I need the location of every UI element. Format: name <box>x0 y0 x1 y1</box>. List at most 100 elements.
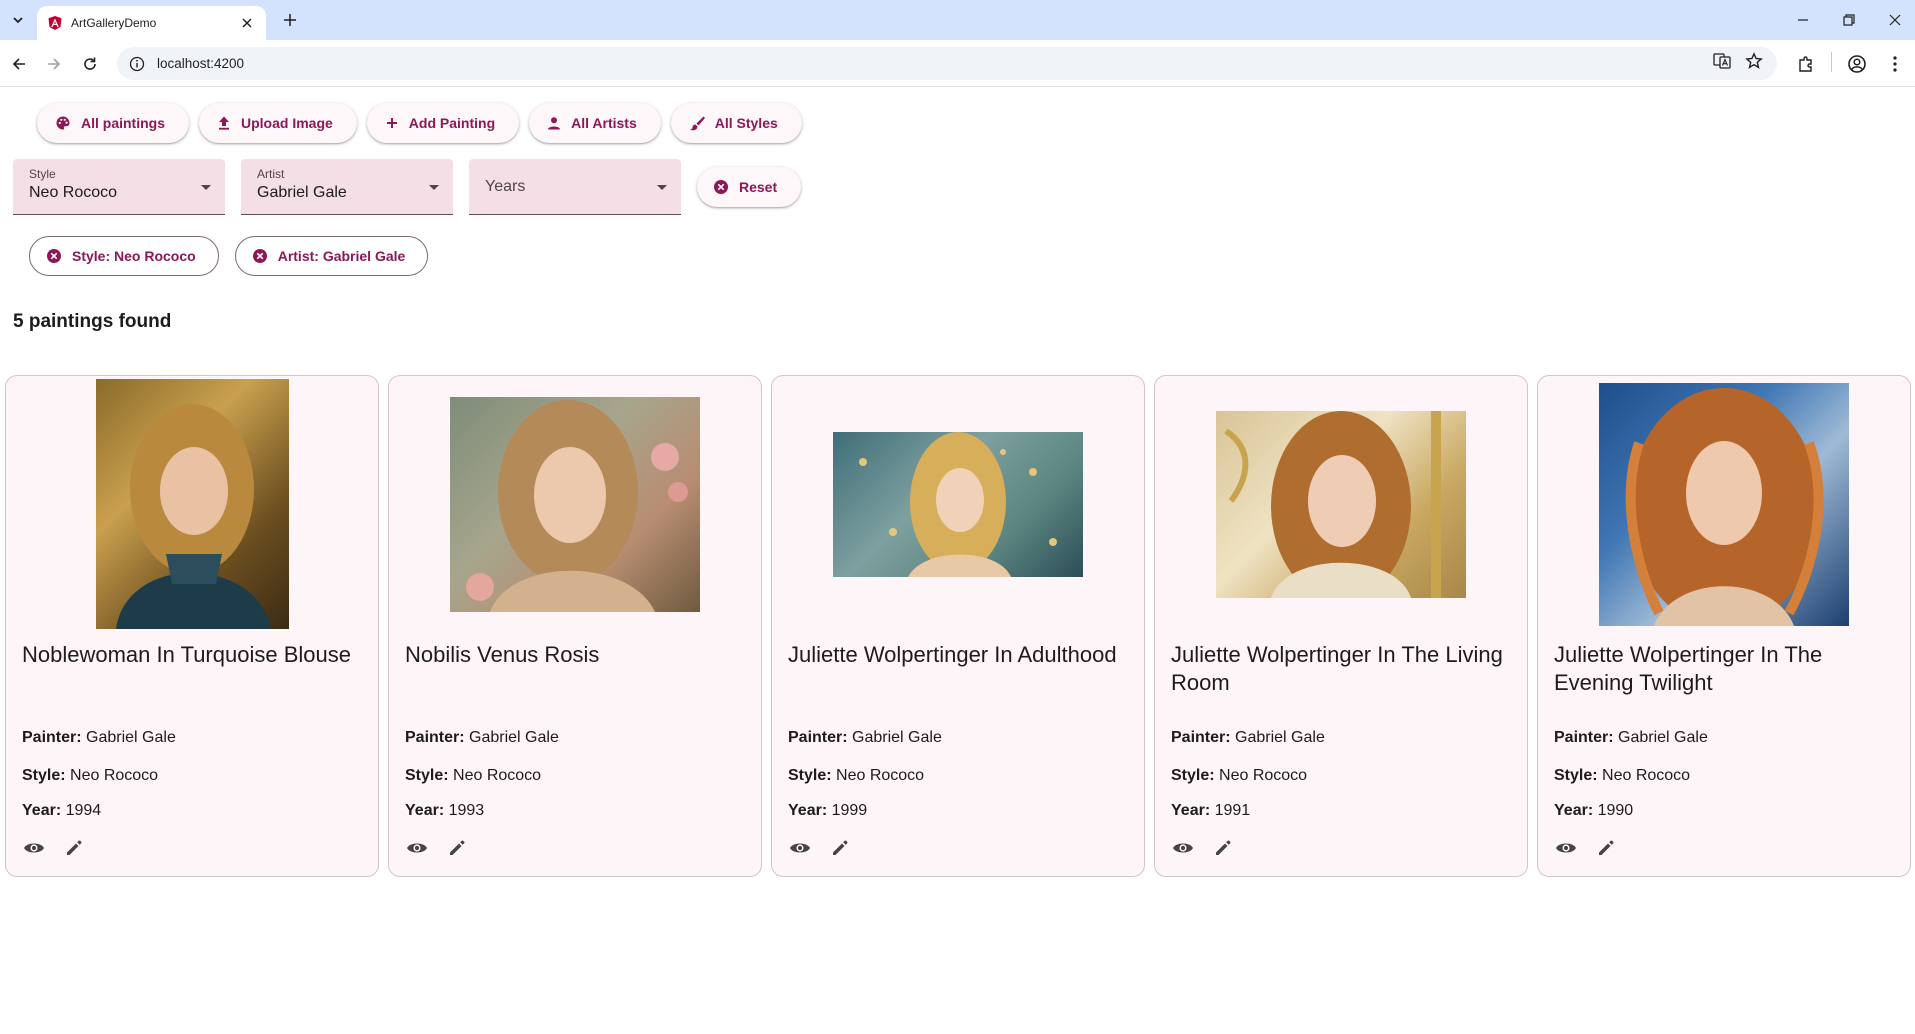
artist-select-value: Gabriel Gale <box>257 184 347 201</box>
view-eye-icon[interactable] <box>405 836 429 860</box>
painting-title: Noblewoman In Turquoise Blouse <box>22 642 351 667</box>
style-label: Style: <box>1171 767 1215 784</box>
year-line: Year: 1994 <box>22 802 101 820</box>
style-line: Style: Neo Rococo <box>1554 767 1690 785</box>
painting-image[interactable] <box>1216 410 1466 598</box>
painter-label: Painter: <box>1171 729 1231 746</box>
style-value: Neo Rococo <box>70 767 159 784</box>
main-nav: All paintings Upload Image Add Painting … <box>37 103 802 143</box>
year-label: Year: <box>1171 802 1211 819</box>
painting-title: Nobilis Venus Rosis <box>405 642 600 667</box>
view-eye-icon[interactable] <box>1171 836 1195 860</box>
plus-icon <box>386 118 397 128</box>
artist-select[interactable]: Artist Gabriel Gale <box>241 159 453 215</box>
year-value: 1999 <box>831 802 868 819</box>
forward-arrow-icon[interactable] <box>40 50 68 78</box>
reset-label: Reset <box>739 179 778 195</box>
painter-line: Painter: Gabriel Gale <box>788 729 942 747</box>
url-text: localhost:4200 <box>157 56 245 71</box>
painter-line: Painter: Gabriel Gale <box>22 729 176 747</box>
browser-menu-kebab-icon[interactable] <box>1881 50 1909 78</box>
year-label: Year: <box>22 802 62 819</box>
painting-card: Noblewoman In Turquoise Blouse Painter: … <box>5 375 379 877</box>
style-line: Style: Neo Rococo <box>788 767 924 785</box>
filter-bar: Style Neo Rococo Artist Gabriel Gale Yea… <box>13 159 802 215</box>
painting-card: Nobilis Venus Rosis Painter: Gabriel Gal… <box>388 375 762 877</box>
years-select-placeholder: Years <box>485 178 526 195</box>
year-line: Year: 1993 <box>405 802 484 820</box>
edit-pencil-icon[interactable] <box>445 836 469 860</box>
edit-pencil-icon[interactable] <box>1211 836 1235 860</box>
years-select[interactable]: Years <box>469 159 681 215</box>
painter-value: Gabriel Gale <box>1235 729 1325 746</box>
add-painting-button[interactable]: Add Painting <box>366 103 520 143</box>
style-label: Style: <box>1554 767 1598 784</box>
upload-image-button[interactable]: Upload Image <box>199 103 357 143</box>
all-styles-button[interactable]: All Styles <box>670 103 802 143</box>
year-line: Year: 1999 <box>788 802 867 820</box>
reset-button[interactable]: Reset <box>697 167 802 207</box>
edit-pencil-icon[interactable] <box>62 836 86 860</box>
painting-title: Juliette Wolpertinger In The Living Room <box>1171 642 1503 695</box>
restore-icon[interactable] <box>1834 6 1864 34</box>
extensions-puzzle-icon[interactable] <box>1792 50 1820 78</box>
style-select-label: Style <box>29 167 56 181</box>
style-select[interactable]: Style Neo Rococo <box>13 159 225 215</box>
painter-label: Painter: <box>405 729 465 746</box>
close-window-icon[interactable] <box>1880 6 1910 34</box>
painting-image[interactable] <box>1599 382 1849 626</box>
painting-card: Juliette Wolpertinger In Adulthood Paint… <box>771 375 1145 877</box>
view-eye-icon[interactable] <box>1554 836 1578 860</box>
style-filter-chip[interactable]: Style: Neo Rococo <box>29 236 219 276</box>
view-eye-icon[interactable] <box>788 836 812 860</box>
profile-avatar-icon[interactable] <box>1843 50 1871 78</box>
style-value: Neo Rococo <box>453 767 542 784</box>
angular-logo-icon <box>48 16 62 30</box>
edit-pencil-icon[interactable] <box>1594 836 1618 860</box>
painter-label: Painter: <box>22 729 82 746</box>
artist-filter-chip[interactable]: Artist: Gabriel Gale <box>234 236 429 276</box>
reload-icon[interactable] <box>76 50 104 78</box>
upload-image-label: Upload Image <box>241 115 333 131</box>
tab-search-chevron-icon[interactable] <box>6 8 30 32</box>
browser-tab-bar: ArtGalleryDemo <box>0 0 1915 40</box>
edit-pencil-icon[interactable] <box>828 836 852 860</box>
view-eye-icon[interactable] <box>22 836 46 860</box>
dropdown-arrow-icon <box>657 185 667 190</box>
address-bar[interactable]: localhost:4200 <box>117 47 1777 80</box>
painting-image[interactable] <box>833 431 1083 577</box>
all-artists-button[interactable]: All Artists <box>529 103 661 143</box>
year-value: 1994 <box>65 802 102 819</box>
minimize-icon[interactable] <box>1788 6 1818 34</box>
painter-value: Gabriel Gale <box>469 729 559 746</box>
translate-icon[interactable] <box>1713 52 1731 75</box>
site-info-icon[interactable] <box>129 56 145 72</box>
close-tab-icon[interactable] <box>238 14 256 32</box>
painter-line: Painter: Gabriel Gale <box>1171 729 1325 747</box>
style-label: Style: <box>405 767 449 784</box>
browser-tab[interactable]: ArtGalleryDemo <box>37 6 266 40</box>
style-value: Neo Rococo <box>836 767 925 784</box>
all-paintings-button[interactable]: All paintings <box>37 103 189 143</box>
year-line: Year: 1991 <box>1171 802 1250 820</box>
results-count: 5 paintings found <box>13 311 172 332</box>
remove-chip-icon[interactable] <box>46 248 62 264</box>
painting-image[interactable] <box>95 379 289 629</box>
painter-value: Gabriel Gale <box>852 729 942 746</box>
style-value: Neo Rococo <box>1602 767 1691 784</box>
painter-value: Gabriel Gale <box>86 729 176 746</box>
back-arrow-icon[interactable] <box>5 50 33 78</box>
style-value: Neo Rococo <box>1219 767 1308 784</box>
painter-line: Painter: Gabriel Gale <box>405 729 559 747</box>
painting-title: Juliette Wolpertinger In The Evening Twi… <box>1554 642 1823 695</box>
bookmark-star-icon[interactable] <box>1745 52 1763 75</box>
person-icon <box>548 117 561 130</box>
new-tab-plus-icon[interactable] <box>278 8 302 32</box>
brush-icon <box>689 116 705 131</box>
style-line: Style: Neo Rococo <box>405 767 541 785</box>
remove-chip-icon[interactable] <box>252 248 268 264</box>
toolbar-divider <box>1831 52 1832 72</box>
year-line: Year: 1990 <box>1554 802 1633 820</box>
painting-image[interactable] <box>450 396 700 612</box>
painter-value: Gabriel Gale <box>1618 729 1708 746</box>
